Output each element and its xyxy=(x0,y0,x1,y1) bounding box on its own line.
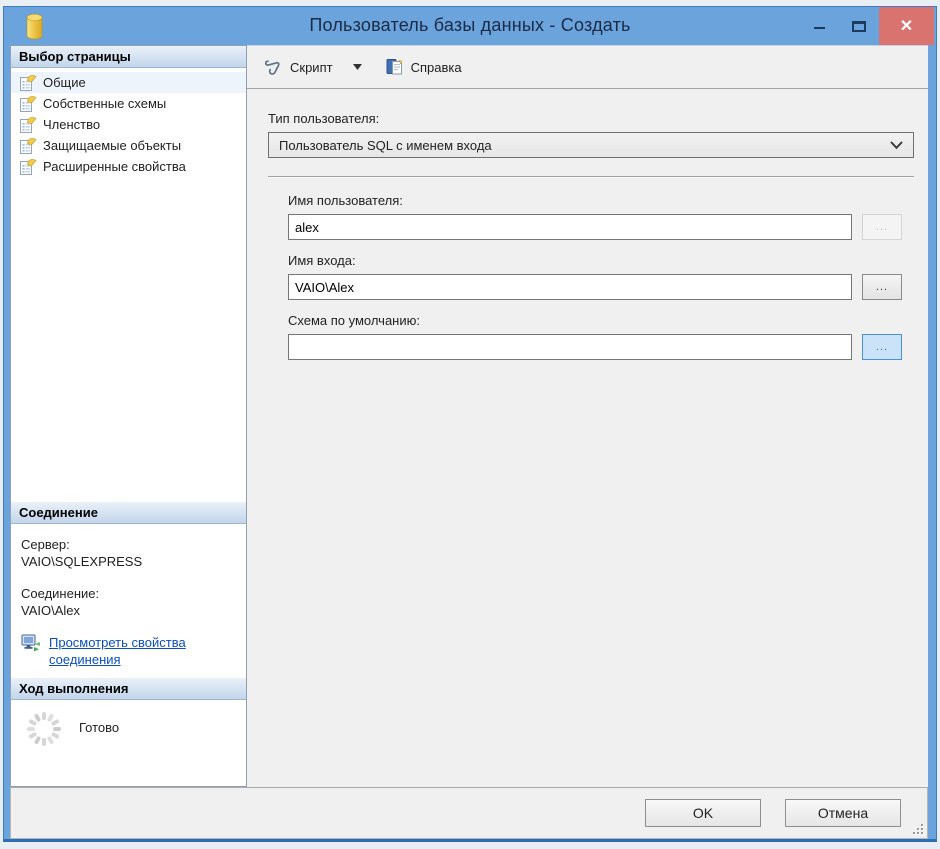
help-button-label: Справка xyxy=(410,59,462,75)
main-panel: Скрипт Справка Тип пользователя: Пользов… xyxy=(247,45,928,787)
sidebar-item-label: Расширенные свойства xyxy=(43,159,186,174)
minimize-button[interactable] xyxy=(799,7,839,45)
page-icon xyxy=(20,158,37,175)
login-name-browse-button[interactable]: ... xyxy=(862,274,902,300)
progress-status: Готово xyxy=(79,720,120,735)
server-value: VAIO\SQLEXPRESS xyxy=(21,554,143,569)
progress-header: Ход выполнения xyxy=(11,678,246,700)
sidebar-item-extended-properties[interactable]: Расширенные свойства xyxy=(11,156,246,177)
page-icon xyxy=(20,137,37,154)
server-label: Сервер: xyxy=(21,537,70,552)
toolbar: Скрипт Справка xyxy=(247,46,928,89)
user-name-browse-button: ... xyxy=(862,214,902,240)
sidebar-item-general[interactable]: Общие xyxy=(11,72,246,93)
sidebar-item-label: Общие xyxy=(43,75,86,90)
minimize-icon xyxy=(813,27,825,29)
help-icon xyxy=(386,58,404,76)
sidebar-item-label: Членство xyxy=(43,117,101,132)
view-connection-properties-link[interactable]: Просмотреть свойства соединения xyxy=(49,634,207,668)
page-icon xyxy=(20,95,37,112)
sidebar-item-label: Собственные схемы xyxy=(43,96,167,111)
section-divider xyxy=(268,176,914,177)
connection-value: VAIO\Alex xyxy=(21,603,81,618)
titlebar: Пользователь базы данных - Создать ✕ xyxy=(4,7,936,45)
default-schema-browse-button[interactable]: ... xyxy=(862,334,902,360)
cancel-button[interactable]: Отмена xyxy=(785,799,901,827)
default-schema-input[interactable] xyxy=(288,334,852,360)
user-name-label: Имя пользователя: xyxy=(288,193,403,208)
progress-block: Готово xyxy=(11,700,246,786)
sidebar-item-membership[interactable]: Членство xyxy=(11,114,246,135)
form-content: Тип пользователя: Пользователь SQL с име… xyxy=(247,89,928,787)
sidebar-item-label: Защищаемые объекты xyxy=(43,138,182,153)
chevron-down-icon xyxy=(352,64,362,70)
connection-info: Сервер: VAIO\SQLEXPRESS Соединение: VAIO… xyxy=(11,524,246,678)
script-button[interactable]: Скрипт xyxy=(257,54,339,81)
sidebar-item-owned-schemas[interactable]: Собственные схемы xyxy=(11,93,246,114)
close-button[interactable]: ✕ xyxy=(879,7,934,45)
connection-properties-icon xyxy=(21,634,41,653)
ok-button[interactable]: OK xyxy=(645,799,761,827)
resize-grip[interactable] xyxy=(912,823,924,835)
pages-header: Выбор страницы xyxy=(11,46,246,68)
page-icon xyxy=(20,74,37,91)
help-button[interactable]: Справка xyxy=(380,53,468,81)
login-name-label: Имя входа: xyxy=(288,253,356,268)
window-title: Пользователь базы данных - Создать xyxy=(309,15,631,35)
progress-spinner-icon xyxy=(25,710,63,748)
script-icon xyxy=(263,59,283,76)
chevron-down-icon xyxy=(890,141,903,150)
script-dropdown-button[interactable] xyxy=(345,59,370,75)
user-name-input[interactable] xyxy=(288,214,852,240)
login-name-input[interactable] xyxy=(288,274,852,300)
user-type-value: Пользователь SQL с именем входа xyxy=(279,137,492,153)
sidebar: Выбор страницы Общие Собственные схемы Ч… xyxy=(10,45,247,787)
user-type-select[interactable]: Пользователь SQL с именем входа xyxy=(268,132,914,158)
connection-header: Соединение xyxy=(11,502,246,524)
user-type-label: Тип пользователя: xyxy=(268,111,380,126)
dialog-window: Пользователь базы данных - Создать ✕ Выб… xyxy=(3,6,937,842)
connection-label: Соединение: xyxy=(21,586,100,601)
sidebar-item-securables[interactable]: Защищаемые объекты xyxy=(11,135,246,156)
script-button-label: Скрипт xyxy=(290,59,333,75)
page-list: Общие Собственные схемы Членство Защищае… xyxy=(11,68,246,502)
close-icon: ✕ xyxy=(899,18,914,35)
maximize-button[interactable] xyxy=(839,7,879,45)
footer: OK Отмена xyxy=(10,787,928,839)
maximize-icon xyxy=(852,20,866,32)
default-schema-label: Схема по умолчанию: xyxy=(288,313,420,328)
page-icon xyxy=(20,116,37,133)
